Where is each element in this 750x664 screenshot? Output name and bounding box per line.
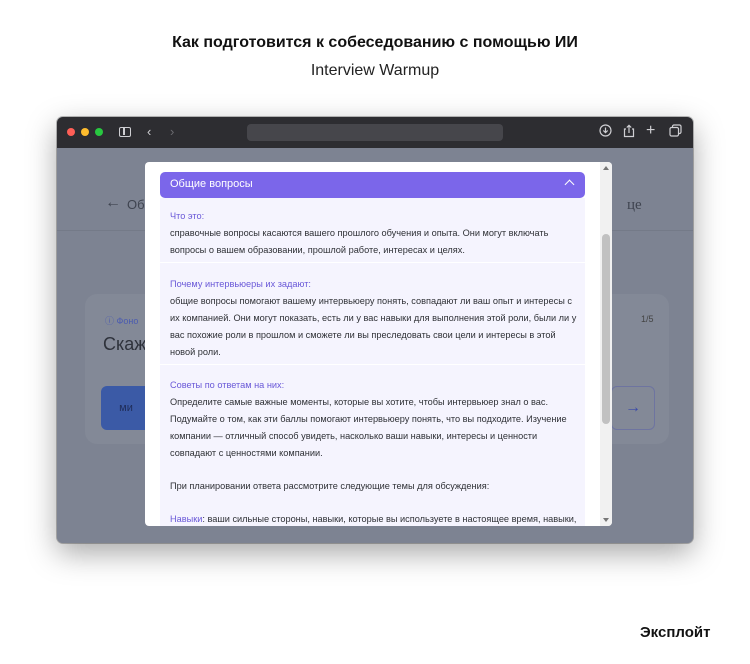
section-why-asked: Почему интервьюеры их задают: общие вопр… [170, 276, 580, 361]
brand-label: Эксплойт [640, 624, 711, 641]
scroll-down-arrow-icon[interactable] [603, 518, 609, 522]
accordion-title: Общие вопросы [170, 178, 253, 190]
address-bar[interactable] [247, 124, 503, 141]
tabs-icon[interactable] [669, 124, 682, 141]
section-what-is-it: Что это: справочные вопросы касаются ваш… [170, 208, 580, 259]
section-text: Определите самые важные моменты, которые… [170, 397, 567, 458]
arrow-left-icon[interactable]: ← [105, 194, 121, 212]
section-skills: Навыки: ваши сильные стороны, навыки, ко… [170, 511, 580, 526]
info-modal: Общие вопросы Что это: справочные вопрос… [145, 162, 612, 526]
section-label: Навыки [170, 514, 203, 524]
section-divider [160, 262, 585, 263]
sidebar-icon[interactable] [119, 127, 131, 137]
section-text: справочные вопросы касаются вашего прошл… [170, 228, 549, 255]
web-page: ← Об це ⓘ Фоно 1/5 Скаж ми → Общие вопро… [57, 148, 693, 543]
back-link-label[interactable]: Об [127, 197, 145, 212]
section-divider [160, 364, 585, 365]
next-question-button[interactable]: → [611, 386, 655, 430]
plus-icon[interactable]: + [646, 123, 655, 139]
scroll-up-arrow-icon[interactable] [603, 166, 609, 170]
section-text: При планировании ответа рассмотрите след… [170, 481, 490, 491]
page-subheading: Interview Warmup [310, 62, 440, 79]
answer-button[interactable]: ми [101, 386, 151, 430]
accordion-body: Что это: справочные вопросы касаются ваш… [160, 198, 585, 526]
download-icon[interactable] [599, 124, 612, 141]
accordion-header[interactable]: Общие вопросы [160, 172, 585, 198]
chevron-left-icon[interactable]: ‹ [147, 124, 151, 140]
question-category-tag: ⓘ Фоно [105, 316, 139, 326]
section-tips: Советы по ответам на них: Определите сам… [170, 377, 580, 462]
close-window-button[interactable] [67, 128, 75, 136]
section-label: Что это: [170, 211, 205, 221]
arrow-right-icon: → [625, 399, 641, 416]
section-text: общие вопросы помогают вашему интервьюер… [170, 296, 577, 357]
section-label: Советы по ответам на них: [170, 380, 285, 390]
chevron-up-icon[interactable] [564, 179, 575, 190]
section-text: : ваши сильные стороны, навыки, которые … [202, 514, 577, 524]
page-corner-text: це [627, 197, 642, 213]
section-label: Почему интервьюеры их задают: [170, 279, 311, 289]
page-heading: Как подготовится к собеседованию с помощ… [172, 34, 578, 51]
minimize-window-button[interactable] [81, 128, 89, 136]
scrollbar-thumb[interactable] [602, 234, 610, 424]
browser-titlebar: ‹ › + [57, 117, 693, 148]
maximize-window-button[interactable] [95, 128, 103, 136]
section-topics-intro: При планировании ответа рассмотрите след… [170, 478, 580, 495]
share-icon[interactable] [623, 124, 635, 142]
question-counter: 1/5 [641, 314, 654, 324]
question-text: Скаж [103, 334, 147, 354]
browser-window: ‹ › + ← Об це ⓘ Фоно 1/5 Скаж ми → Общие… [57, 117, 693, 543]
modal-scrollbar[interactable] [600, 162, 612, 526]
chevron-right-icon[interactable]: › [170, 124, 174, 140]
